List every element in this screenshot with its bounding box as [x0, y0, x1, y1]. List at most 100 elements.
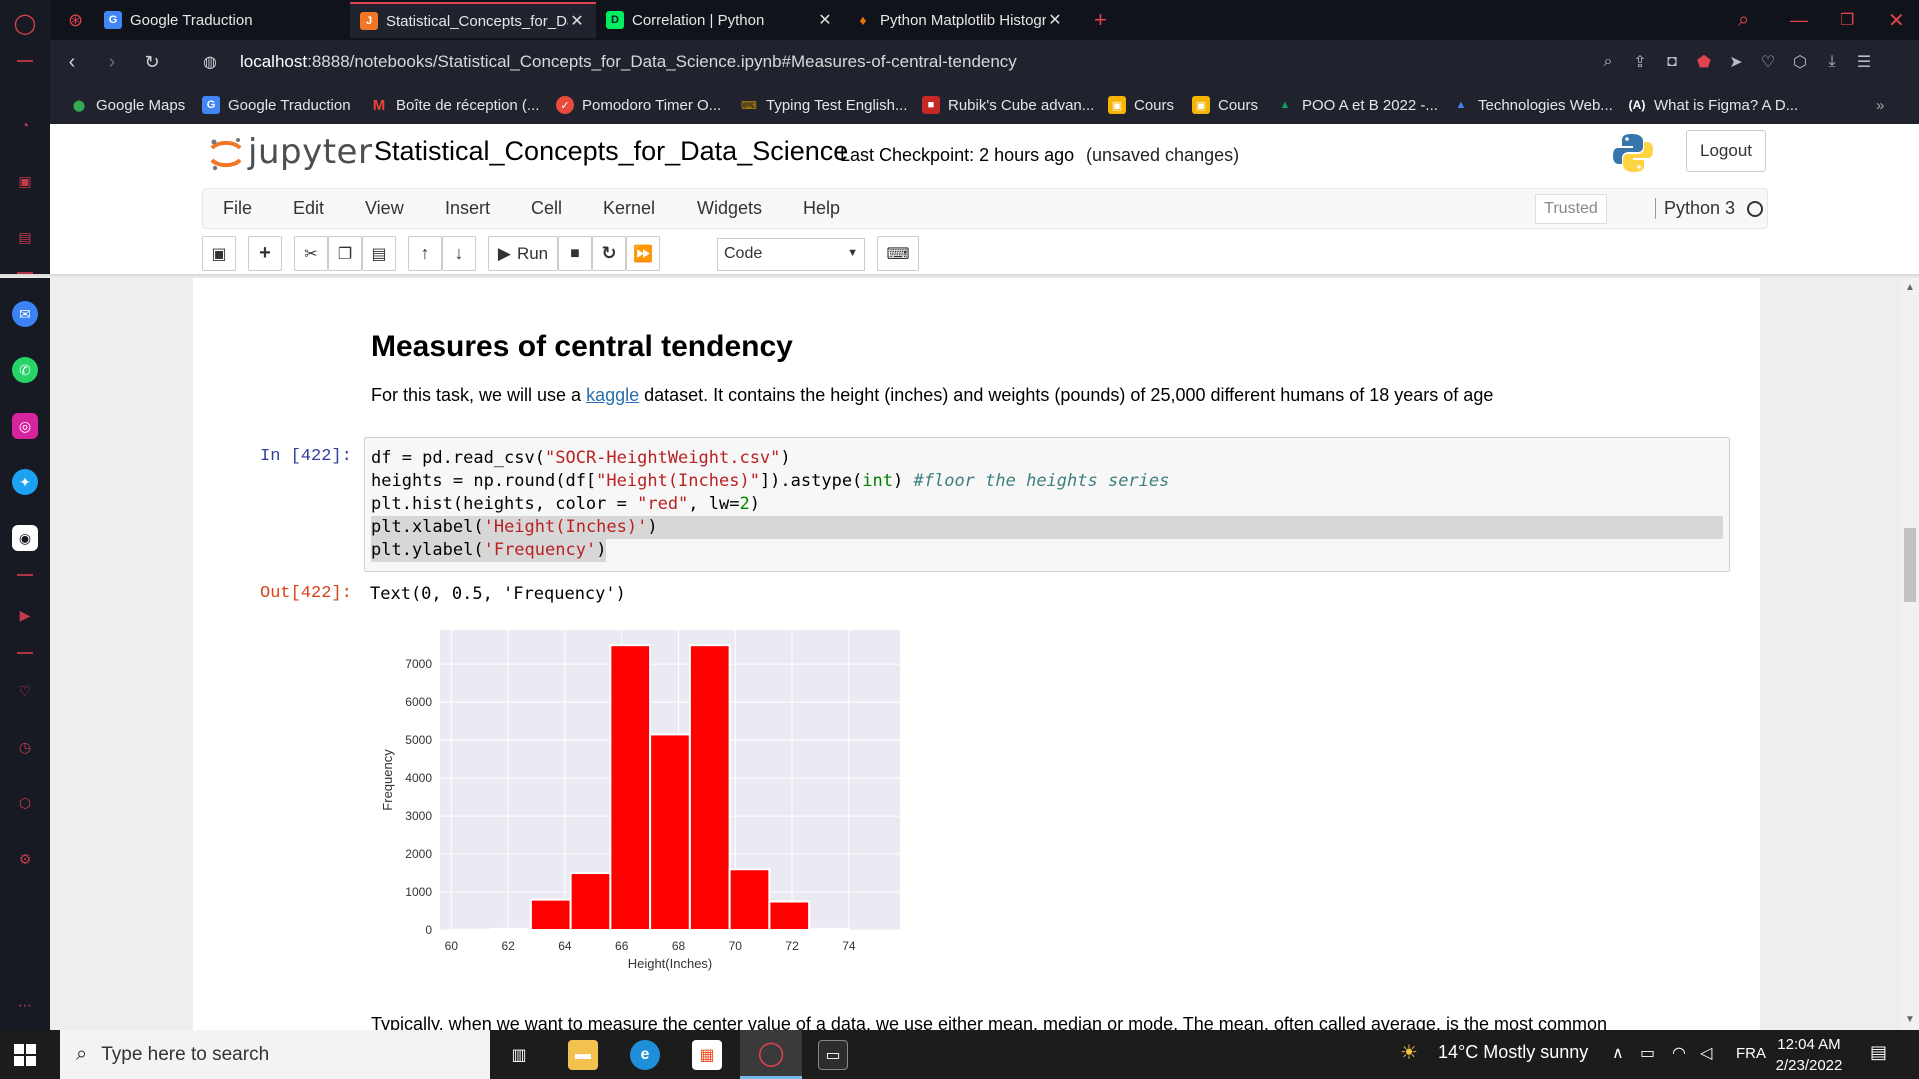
- tab-search-icon[interactable]: ⌕: [1728, 2, 1768, 38]
- taskbar-search[interactable]: ⌕ Type here to search: [60, 1030, 490, 1079]
- tab-matplotlib-histogram[interactable]: ♦ Python Matplotlib Histogra ✕: [844, 2, 1074, 38]
- taskbar-store[interactable]: ▦: [676, 1030, 738, 1079]
- minimize-button[interactable]: —: [1780, 2, 1820, 38]
- bookmark-rubiks-cube[interactable]: ■ Rubik's Cube advan...: [922, 94, 1094, 116]
- tab-google-traduction[interactable]: G Google Traduction ✕: [94, 2, 390, 38]
- reload-icon[interactable]: ↻: [140, 50, 164, 74]
- taskbar-terminal[interactable]: ▭: [802, 1030, 864, 1079]
- heart-icon[interactable]: ♡: [12, 678, 38, 704]
- input-language[interactable]: FRA: [1736, 1045, 1766, 1062]
- trusted-indicator[interactable]: Trusted: [1535, 194, 1607, 224]
- run-button[interactable]: ▶ Run: [488, 236, 558, 271]
- close-window-button[interactable]: ✕: [1878, 2, 1918, 38]
- logout-button[interactable]: Logout: [1686, 130, 1766, 172]
- site-info-icon[interactable]: ◍: [198, 50, 222, 74]
- kaggle-link[interactable]: kaggle: [586, 385, 639, 405]
- start-button[interactable]: [14, 1044, 36, 1066]
- scroll-up-icon[interactable]: ▲: [1905, 282, 1915, 293]
- wifi-icon[interactable]: ◠: [1672, 1043, 1686, 1063]
- more-bookmarks-icon[interactable]: »: [1876, 94, 1884, 116]
- bookmark-technologies-web[interactable]: ▲ Technologies Web...: [1452, 94, 1613, 116]
- tab-correlation-python[interactable]: D Correlation | Python ✕: [596, 2, 844, 38]
- download-icon[interactable]: ⤓: [1820, 50, 1844, 74]
- snapshot-icon[interactable]: ◘: [1660, 50, 1684, 74]
- back-icon[interactable]: ‹: [60, 50, 84, 74]
- adblock-icon[interactable]: ⬟: [1692, 50, 1716, 74]
- restore-button[interactable]: ❐: [1830, 2, 1870, 38]
- easy-setup-icon[interactable]: ☰: [1852, 50, 1876, 74]
- bookmark-figma[interactable]: (A) What is Figma? A D...: [1628, 94, 1799, 116]
- zoom-icon[interactable]: ⌕: [1596, 50, 1620, 74]
- extensions-icon[interactable]: ⬡: [12, 790, 38, 816]
- menu-cell[interactable]: Cell: [531, 198, 562, 219]
- menu-help[interactable]: Help: [803, 198, 840, 219]
- menu-kernel[interactable]: Kernel: [603, 198, 655, 219]
- tab-jupyter-notebook[interactable]: J Statistical_Concepts_for_Da ✕: [350, 2, 596, 38]
- taskbar-opera[interactable]: ◯: [740, 1030, 802, 1079]
- jupyter-logo-icon[interactable]: [206, 134, 246, 174]
- bookmark-google-maps[interactable]: ⬤ Google Maps: [70, 94, 185, 116]
- interrupt-button[interactable]: ■: [558, 236, 592, 271]
- workspace-icon[interactable]: ▣: [12, 168, 38, 194]
- copy-button[interactable]: ❐: [328, 236, 362, 271]
- code-cell-editor[interactable]: df = pd.read_csv("SOCR-HeightWeight.csv"…: [364, 437, 1730, 572]
- bookmark-pomodoro[interactable]: ✓ Pomodoro Timer O...: [556, 94, 721, 116]
- history-icon[interactable]: ◷: [12, 734, 38, 760]
- speed-dial-icon[interactable]: ◔: [12, 112, 38, 138]
- scrollbar-thumb[interactable]: [1904, 528, 1916, 602]
- kernel-name[interactable]: Python 3: [1655, 198, 1735, 219]
- scroll-down-icon[interactable]: ▼: [1905, 1014, 1915, 1025]
- system-clock[interactable]: 12:04 AM 2/23/2022: [1764, 1034, 1854, 1076]
- twitch-icon[interactable]: ▤: [12, 224, 38, 250]
- move-up-button[interactable]: ↑: [408, 236, 442, 271]
- weather-status[interactable]: 14°C Mostly sunny: [1438, 1042, 1588, 1063]
- bookmark-google-traduction[interactable]: G Google Traduction: [202, 94, 351, 116]
- twitter-icon[interactable]: ✦: [12, 469, 38, 495]
- menu-widgets[interactable]: Widgets: [697, 198, 762, 219]
- share-icon[interactable]: ⇪: [1628, 50, 1652, 74]
- bookmark-poo[interactable]: ▲ POO A et B 2022 -...: [1276, 94, 1438, 116]
- bookmark-typing-test[interactable]: ⌨ Typing Test English...: [740, 94, 907, 116]
- whatsapp-icon[interactable]: ✆: [12, 357, 38, 383]
- new-tab-button[interactable]: +: [1084, 2, 1124, 38]
- menu-view[interactable]: View: [365, 198, 404, 219]
- forward-icon[interactable]: ›: [100, 50, 124, 74]
- paste-button[interactable]: ▤: [362, 236, 396, 271]
- messenger-icon[interactable]: ✉: [12, 301, 38, 327]
- task-view-button[interactable]: ▥: [488, 1030, 550, 1079]
- bookmark-cours-1[interactable]: ▣ Cours: [1108, 94, 1174, 116]
- close-icon[interactable]: ✕: [1046, 10, 1064, 30]
- menu-insert[interactable]: Insert: [445, 198, 490, 219]
- jupyter-wordmark[interactable]: jupyter: [248, 132, 372, 172]
- close-icon[interactable]: ✕: [568, 11, 586, 31]
- bookmark-gmail[interactable]: M Boîte de réception (...: [370, 94, 540, 116]
- taskbar-file-explorer[interactable]: ▬: [552, 1030, 614, 1079]
- cut-button[interactable]: ✂: [294, 236, 328, 271]
- url-field[interactable]: localhost:8888/notebooks/Statistical_Con…: [240, 49, 1017, 75]
- command-palette-button[interactable]: ⌨: [877, 236, 919, 271]
- send-icon[interactable]: ➤: [1724, 50, 1748, 74]
- instagram-icon[interactable]: ◎: [12, 413, 38, 439]
- menu-edit[interactable]: Edit: [293, 198, 324, 219]
- scrollbar[interactable]: ▲ ▼: [1901, 278, 1919, 1030]
- cell-type-select[interactable]: Code ▼: [717, 238, 865, 271]
- restart-run-all-button[interactable]: ⏩: [626, 236, 660, 271]
- extensions-icon[interactable]: ⬡: [1788, 50, 1812, 74]
- restart-button[interactable]: ↻: [592, 236, 626, 271]
- tray-chevron-icon[interactable]: ∧: [1612, 1043, 1624, 1063]
- discord-icon[interactable]: ◉: [12, 525, 38, 551]
- menu-file[interactable]: File: [223, 198, 252, 219]
- save-button[interactable]: ▣: [202, 236, 236, 271]
- bookmark-heart-icon[interactable]: ♡: [1756, 50, 1780, 74]
- settings-icon[interactable]: ⚙: [12, 846, 38, 872]
- more-icon[interactable]: ⋯: [12, 992, 38, 1018]
- player-icon[interactable]: ▶: [12, 602, 38, 628]
- opera-logo-icon[interactable]: ◯: [12, 10, 38, 36]
- insert-cell-button[interactable]: +: [248, 236, 282, 271]
- notebook-name[interactable]: Statistical_Concepts_for_Data_Science: [374, 136, 848, 167]
- close-icon[interactable]: ✕: [816, 10, 834, 30]
- taskbar-edge[interactable]: e: [614, 1030, 676, 1079]
- move-down-button[interactable]: ↓: [442, 236, 476, 271]
- notifications-icon[interactable]: ▤: [1870, 1042, 1887, 1063]
- volume-icon[interactable]: ◁: [1700, 1043, 1712, 1063]
